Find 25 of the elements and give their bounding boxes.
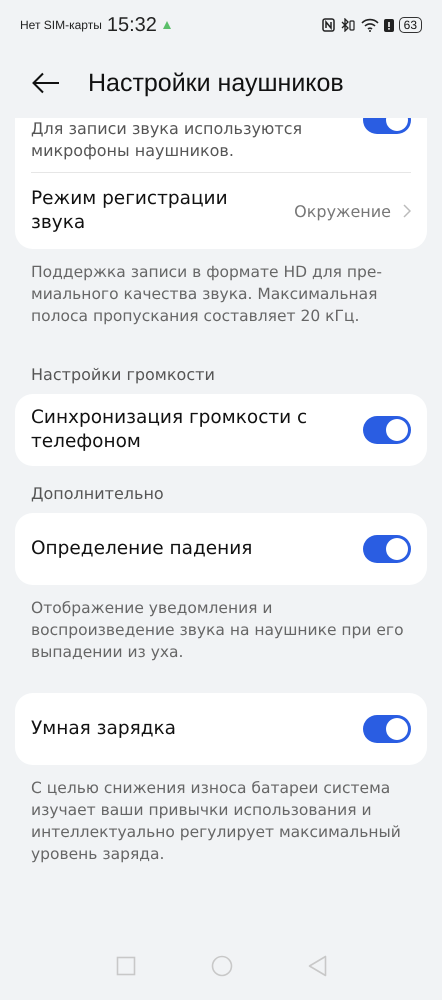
setting-label: Определение падения [31,537,254,561]
setting-label: Для записи звука используются микрофоны наушников. [31,118,304,162]
toggle-switch[interactable] [363,715,411,743]
battery-saver-icon [384,18,394,32]
clock-text: 15:32 [106,14,157,36]
section-note: Отображение уведомления и воспроизведение звука на наушнике при его выпадении из уха. [30,598,405,663]
setting-label: Умная зарядка [31,717,178,741]
bluetooth-icon [340,18,356,32]
wifi-icon [360,18,379,32]
section-heading: Дополнительно [30,483,165,505]
back-arrow-icon[interactable] [32,72,60,94]
carrier-text: Нет SIM-карты [20,18,102,32]
setting-label[interactable]: Режим регистрации звука [31,187,282,235]
triangle-icon [162,20,172,30]
setting-value[interactable]: Окружение [294,202,391,220]
page-title: Настройки наушников [88,68,344,98]
section-heading: Настройки громкости [30,364,216,386]
nfc-icon [322,18,335,32]
chevron-icon [403,204,411,218]
toggle-switch[interactable] [363,535,411,563]
section-note: Поддержка записи в формате HD для пре-миального качества звука. Максимальная полоса пропускания составляет 20 кГц. [30,262,383,327]
battery-level: 63 [398,17,422,33]
section-note: С целью снижения износа батареи система изучает ваши привычки использования и интеллектуально регулирует максимальный уровень заряда. [30,778,402,865]
toggle-switch[interactable] [363,416,411,444]
setting-label: Синхронизация громкости с телефоном [31,406,308,454]
